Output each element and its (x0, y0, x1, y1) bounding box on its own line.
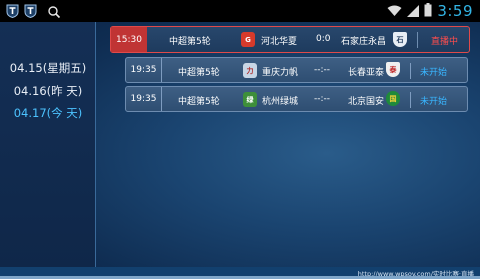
divider (410, 63, 411, 79)
home-team-logo: 绿 (243, 92, 257, 107)
match-row-live[interactable]: 15:30 中超第5轮 G 河北华夏 0:0 石家庄永昌 石 直播中 (110, 26, 470, 53)
away-team: 石家庄永昌 (341, 37, 387, 47)
match-time: 19:35 (126, 58, 162, 82)
home-team-logo: G (241, 32, 255, 47)
signal-icon (407, 2, 420, 21)
wifi-icon (387, 2, 402, 21)
match-row[interactable]: 19:35 中超第5轮 绿 杭州绿城 --:-- 北京国安 国 未开始 (125, 86, 468, 112)
match-row[interactable]: 19:35 中超第5轮 力 重庆力帆 --:-- 长春亚泰 泰 未开始 (125, 57, 468, 83)
match-round: 中超第5轮 (178, 97, 220, 107)
home-team: 河北华夏 (261, 37, 298, 47)
home-team: 杭州绿城 (262, 97, 299, 107)
date-item-selected[interactable]: 04.17(今 天) (0, 105, 96, 121)
divider (410, 92, 411, 108)
status-upcoming[interactable]: 未开始 (420, 94, 447, 107)
clock: 3:59 (437, 2, 473, 20)
search-icon[interactable] (47, 4, 61, 19)
match-time: 19:35 (126, 87, 162, 111)
battery-icon (424, 2, 432, 21)
match-round: 中超第5轮 (178, 68, 220, 78)
divider (417, 32, 418, 48)
match-score: --:-- (314, 94, 331, 104)
date-list: 04.15(星期五) 04.16(昨 天) 04.17(今 天) (0, 22, 96, 267)
status-bar: 3:59 (0, 0, 480, 22)
match-score: 0:0 (316, 34, 331, 44)
away-team-logo: 石 (393, 32, 407, 47)
away-team: 北京国安 (348, 97, 385, 107)
home-team-logo: 力 (243, 63, 257, 78)
date-item[interactable]: 04.16(昨 天) (0, 83, 96, 99)
match-score: --:-- (314, 65, 331, 75)
away-team: 长春亚泰 (348, 68, 385, 78)
home-team: 重庆力帆 (262, 68, 299, 78)
status-upcoming[interactable]: 未开始 (420, 65, 447, 78)
status-live[interactable]: 直播中 (431, 34, 458, 47)
match-round: 中超第5轮 (169, 37, 211, 47)
away-team-logo: 国 (386, 91, 400, 106)
app-icon-2[interactable] (24, 4, 37, 18)
date-item[interactable]: 04.15(星期五) (0, 60, 96, 76)
app-icon[interactable] (6, 4, 19, 18)
away-team-logo: 泰 (386, 62, 400, 77)
match-time: 15:30 (111, 27, 147, 52)
